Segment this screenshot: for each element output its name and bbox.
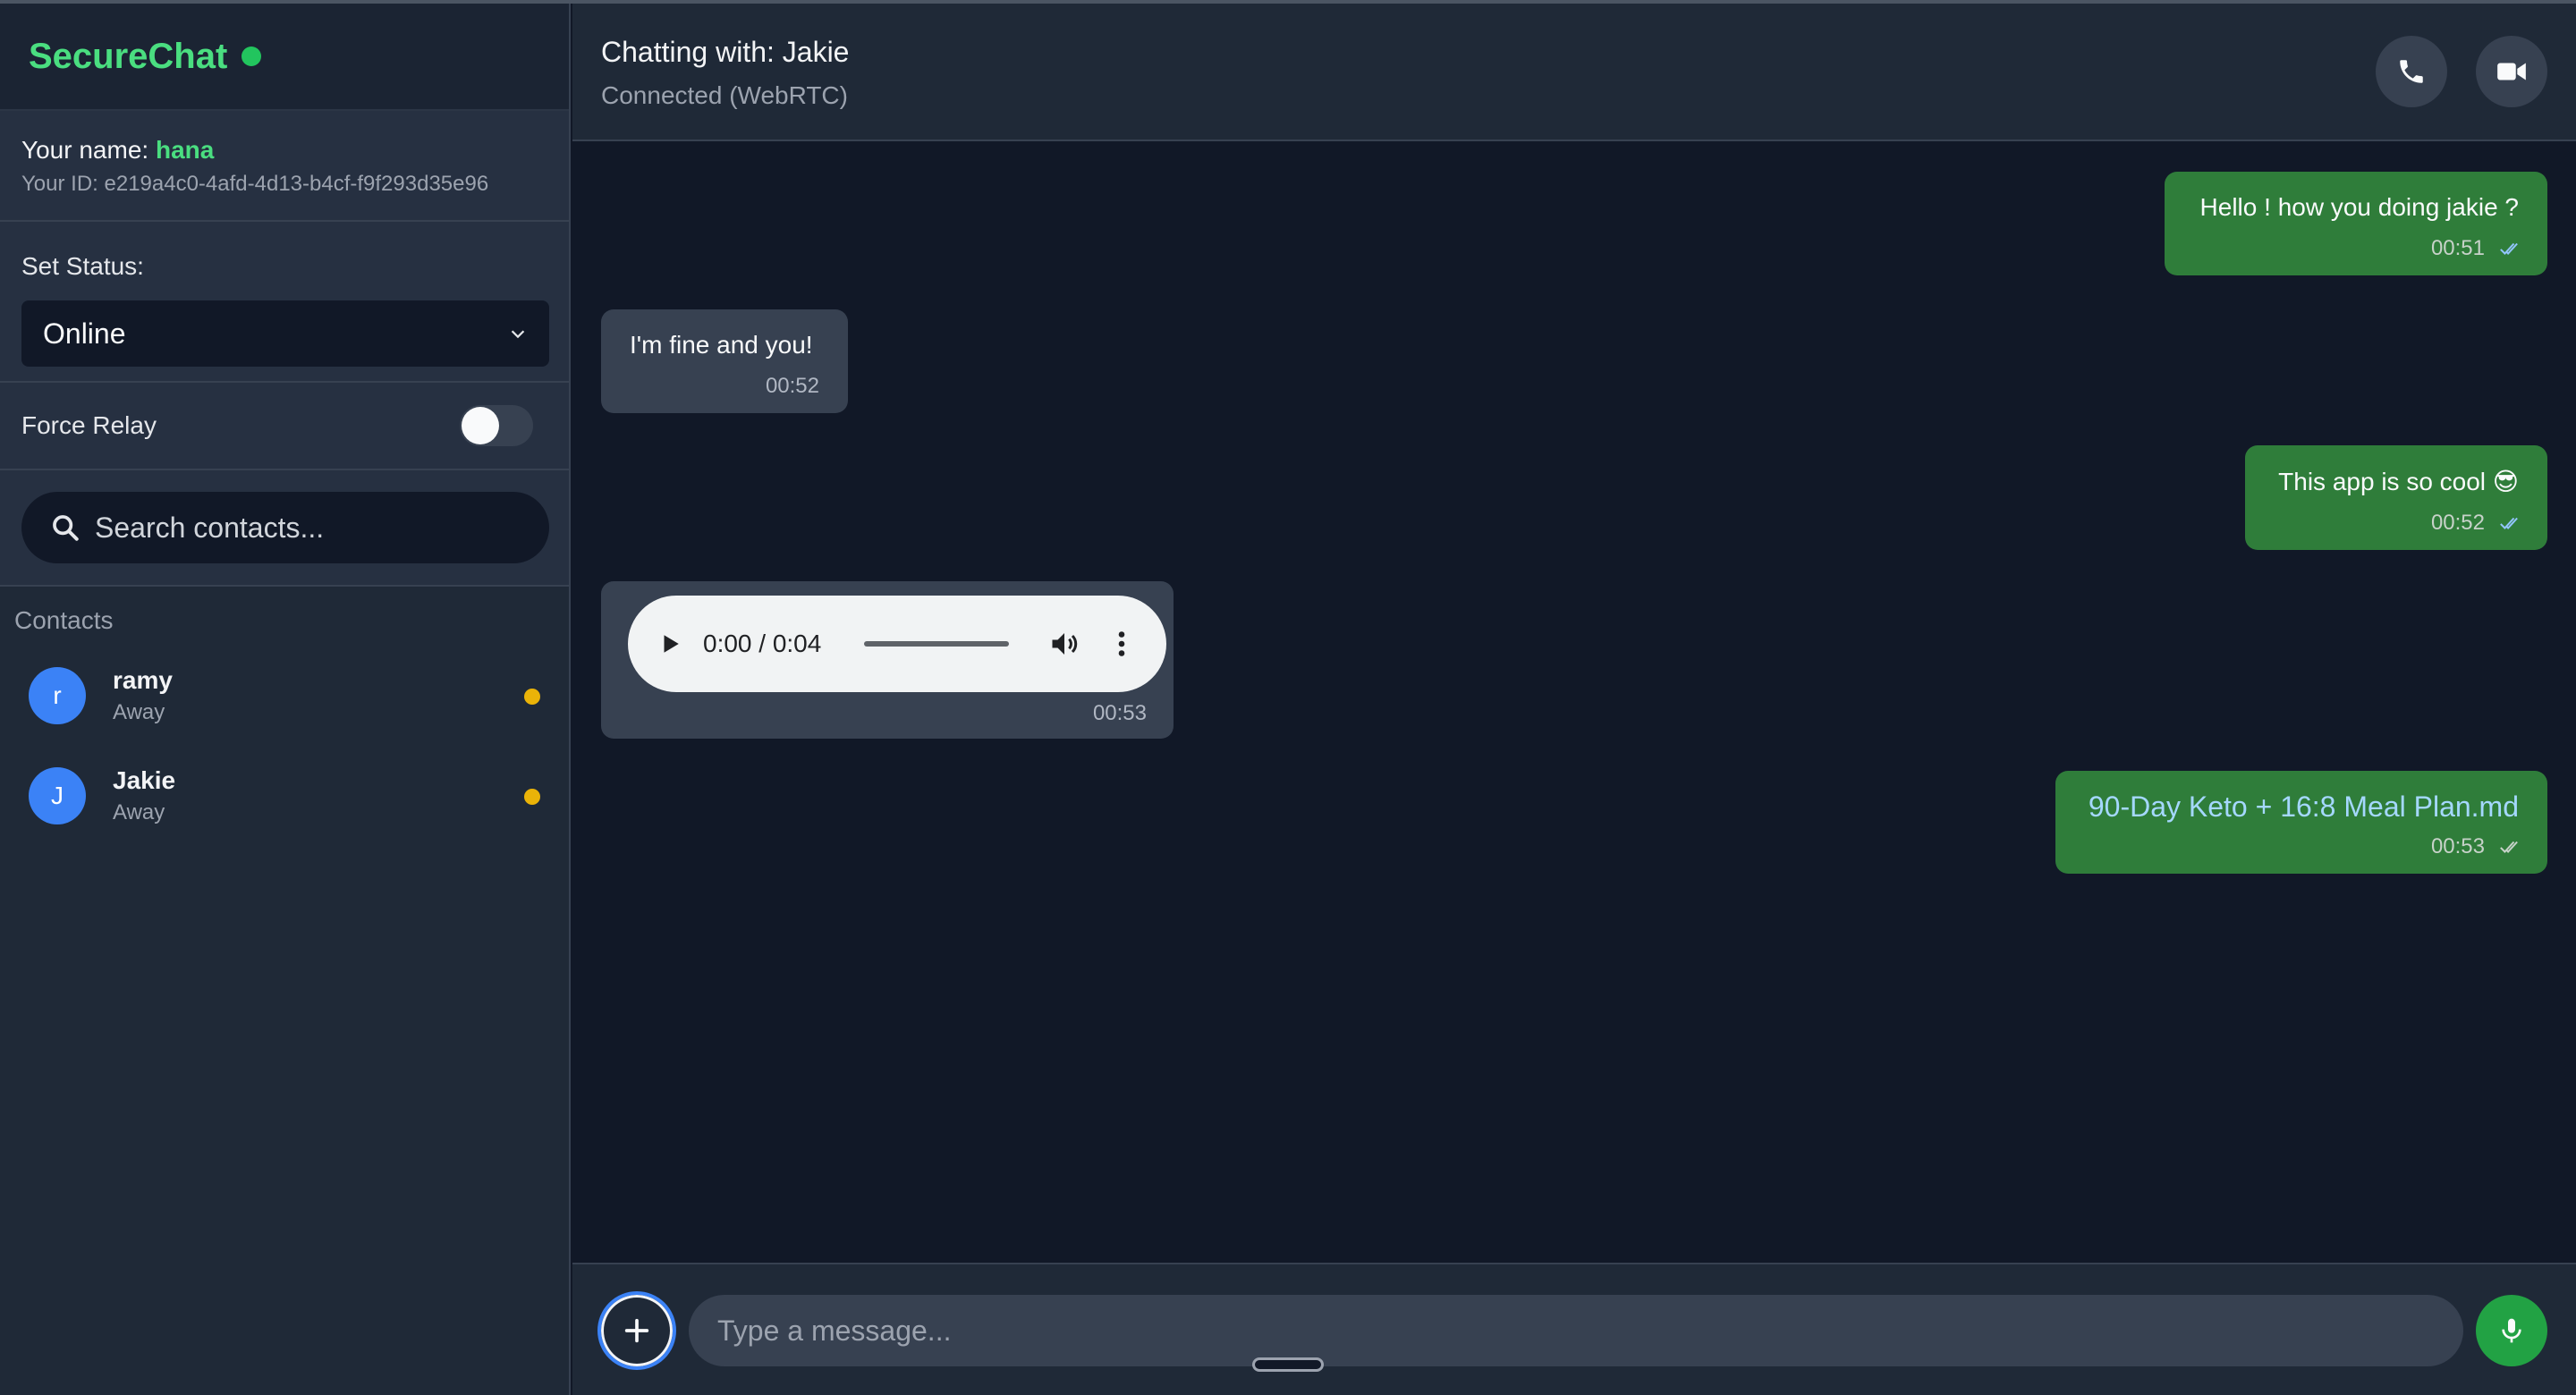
connection-status: Connected (WebRTC): [601, 81, 848, 109]
message-meta: 00:53: [628, 701, 1147, 726]
user-id-label: Your ID:: [21, 172, 98, 196]
message-bubble-sent: Hello ! how you doing jakie ? 00:51: [2165, 172, 2547, 275]
user-name: hana: [155, 136, 215, 164]
search-section: [0, 470, 569, 587]
chevron-down-icon: [511, 330, 525, 339]
user-name-line: Your name: hana: [21, 136, 547, 165]
avatar: r: [29, 667, 86, 724]
read-check-icon: [2500, 242, 2518, 255]
message-bubble-file: 90-Day Keto + 16:8 Meal Plan.md 00:53: [2055, 771, 2547, 874]
voice-call-button[interactable]: [2376, 36, 2447, 107]
message-meta: 00:52: [2274, 511, 2519, 536]
message-time: 00:51: [2430, 236, 2485, 260]
contact-name: Jakie: [113, 766, 176, 794]
message-text: This app is so cool 😎: [2278, 468, 2519, 495]
more-options-icon[interactable]: [1116, 628, 1127, 660]
contact-item-jakie[interactable]: J Jakie Away: [0, 746, 569, 846]
contact-status: Away: [113, 800, 165, 824]
away-status-icon: [524, 689, 540, 705]
search-input[interactable]: [95, 511, 524, 545]
online-indicator-icon: [242, 46, 262, 66]
chat-panel: Chatting with: Jakie Connected (WebRTC) …: [572, 4, 2576, 1395]
message-bubble-received: I'm fine and you! 00:52: [601, 309, 848, 413]
contact-name: ramy: [113, 666, 173, 694]
brand-header: SecureChat: [0, 4, 569, 111]
chat-title: Chatting with: Jakie: [601, 36, 850, 68]
force-relay-toggle[interactable]: [460, 405, 533, 446]
message-bubble-audio: 0:00 / 0:04 00:53: [601, 581, 1174, 739]
user-id-line: Your ID: e219a4c0-4afd-4d13-b4cf-f9f293d…: [21, 172, 547, 197]
volume-icon[interactable]: [1048, 628, 1080, 660]
play-icon[interactable]: [658, 630, 682, 657]
status-section: Set Status: Online: [0, 222, 569, 383]
message-meta: 00:51: [2193, 236, 2519, 261]
contact-text: ramy Away: [113, 666, 173, 725]
message-time: 00:53: [2430, 834, 2485, 858]
plus-icon: [624, 1318, 649, 1343]
avatar: J: [29, 767, 86, 824]
contact-text: Jakie Away: [113, 766, 175, 825]
user-id: e219a4c0-4afd-4d13-b4cf-f9f293d35e96: [104, 172, 489, 196]
message-composer: [572, 1263, 2576, 1395]
video-call-button[interactable]: [2476, 36, 2547, 107]
message-time: 00:52: [765, 374, 819, 398]
microphone-icon: [2502, 1318, 2521, 1343]
message-meta: 00:53: [2084, 834, 2519, 859]
voice-record-button[interactable]: [2476, 1295, 2547, 1366]
video-camera-icon: [2497, 63, 2526, 80]
message-list: Hello ! how you doing jakie ? 00:51 I'm …: [572, 141, 2576, 1263]
user-name-label: Your name:: [21, 136, 149, 164]
file-attachment-link[interactable]: 90-Day Keto + 16:8 Meal Plan.md: [2084, 790, 2519, 824]
audio-player[interactable]: 0:00 / 0:04: [628, 596, 1166, 692]
sidebar: SecureChat Your name: hana Your ID: e219…: [0, 4, 571, 1395]
status-value: Online: [43, 317, 126, 350]
message-bubble-sent: This app is so cool 😎 00:52: [2245, 445, 2547, 550]
message-time: 00:52: [2430, 511, 2485, 535]
search-icon: [53, 515, 79, 541]
contacts-heading: Contacts: [14, 606, 114, 634]
contact-item-ramy[interactable]: r ramy Away: [0, 646, 569, 746]
read-check-icon: [2500, 841, 2518, 853]
away-status-icon: [524, 789, 540, 805]
phone-icon: [2400, 60, 2423, 83]
message-text: I'm fine and you!: [630, 331, 813, 359]
contact-status: Away: [113, 700, 165, 724]
status-select[interactable]: Online: [21, 300, 549, 367]
read-check-icon: [2500, 517, 2518, 529]
app-logo-text: SecureChat: [29, 36, 228, 76]
audio-progress-slider[interactable]: [864, 641, 1010, 647]
message-input[interactable]: [689, 1295, 2463, 1366]
toggle-knob: [462, 407, 499, 444]
search-box[interactable]: [21, 492, 549, 563]
audio-time: 0:00 / 0:04: [703, 630, 822, 657]
chat-header: Chatting with: Jakie Connected (WebRTC): [572, 4, 2576, 141]
message-meta: 00:52: [630, 374, 819, 399]
resize-handle[interactable]: [1252, 1357, 1324, 1372]
message-text: Hello ! how you doing jakie ?: [2199, 193, 2519, 221]
message-time: 00:53: [1092, 701, 1147, 725]
user-info: Your name: hana Your ID: e219a4c0-4afd-4…: [0, 111, 569, 222]
status-label: Set Status:: [21, 252, 144, 280]
force-relay-section: Force Relay: [0, 383, 569, 470]
attach-button[interactable]: [597, 1291, 676, 1370]
force-relay-label: Force Relay: [21, 411, 157, 439]
